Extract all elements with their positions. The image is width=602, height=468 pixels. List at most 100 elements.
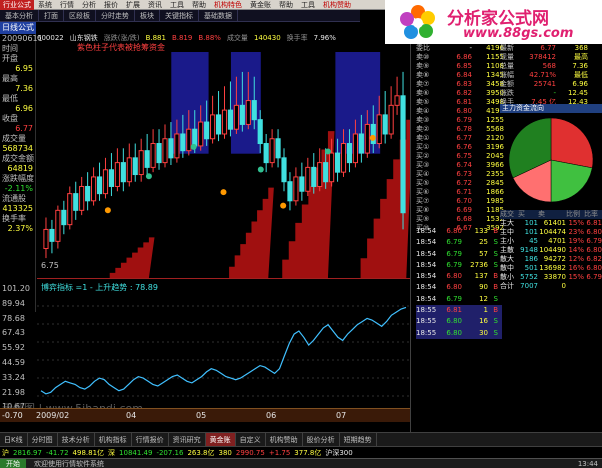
order-row[interactable]: 买⑦ 6.70 1985: [416, 197, 504, 206]
flow-count: 501: [524, 264, 538, 272]
candle-body: [55, 209, 61, 242]
order-row[interactable]: 买③ 6.74 3966: [416, 161, 504, 170]
tick-volume: 57: [479, 249, 488, 258]
order-level: 卖⑩: [416, 53, 430, 61]
menu-item-gold[interactable]: 黄金账: [246, 0, 275, 10]
info-label: 涨跌幅度: [2, 174, 34, 183]
status-sz-change: -207.16: [156, 448, 184, 457]
indicator-chart[interactable]: [37, 298, 410, 408]
menu-item-analysis[interactable]: 分析: [78, 0, 100, 10]
indicator-header-strip: 博弈指标 =1 - 上升趋势 : 78.89: [37, 278, 410, 298]
candle-body: [85, 185, 91, 202]
order-row[interactable]: 卖⑤ 6.81 3498: [416, 98, 504, 107]
candle-body: [162, 138, 168, 164]
menu-item-quotes[interactable]: 行情: [56, 0, 78, 10]
menu-item-system[interactable]: 系统: [34, 0, 56, 10]
menu-item-tools2[interactable]: 工具: [297, 0, 319, 10]
tab-institution[interactable]: 机构指标: [95, 432, 132, 447]
candle-body: [245, 100, 251, 125]
candle-body: [323, 162, 329, 183]
order-row[interactable]: 买② 6.75 2045: [416, 152, 504, 161]
tab-shortterm[interactable]: 短期趋势: [340, 432, 377, 447]
tick-flag: B: [493, 306, 498, 315]
flow-amount: 4701: [548, 237, 566, 245]
menu-item-report[interactable]: 报价: [100, 0, 122, 10]
flow-header-cell: 卖: [538, 210, 545, 218]
tab-quote[interactable]: 行情报价: [132, 432, 169, 447]
order-level: 买⑦: [416, 197, 430, 205]
summary-label: 金额: [500, 80, 514, 88]
tab-kline[interactable]: 日K线: [0, 432, 28, 447]
toolbar-indicator[interactable]: 关键指标: [160, 9, 199, 22]
toolbar-range[interactable]: 区段板: [64, 9, 96, 22]
order-row[interactable]: 委比 -4196: [416, 44, 504, 53]
stock-name: 山东钢铁: [69, 34, 98, 42]
menu-item-sponsor[interactable]: 机构赞助: [319, 0, 355, 10]
candle-body: [150, 143, 156, 168]
price-chart[interactable]: 6.75: [37, 52, 410, 278]
menu-item-news[interactable]: 资讯: [144, 0, 166, 10]
market-status-bar: 沪 2816.97 -41.72 498.81亿 深 10841.49 -207…: [0, 446, 602, 458]
tab-priceanalysis[interactable]: 股价分析: [303, 432, 340, 447]
candle-body: [96, 176, 103, 195]
order-row[interactable]: 卖⑥ 6.82 3950: [416, 89, 504, 98]
info-label: 成交金额: [2, 154, 34, 163]
candle-body: [352, 133, 359, 164]
order-row[interactable]: 卖③ 6.79 1255: [416, 116, 504, 125]
tab-timeshare[interactable]: 分时图: [28, 432, 58, 447]
order-row[interactable]: 买⑤ 6.72 2845: [416, 179, 504, 188]
order-price: 6.69: [456, 206, 472, 214]
order-row[interactable]: 买⑨ 6.68 1532: [416, 215, 504, 224]
menu-item-special[interactable]: 机构特色: [210, 0, 246, 10]
toolbar-basedata[interactable]: 基础数据: [199, 9, 238, 22]
stock-code: 600022: [37, 34, 64, 42]
candle-body: [144, 150, 150, 168]
order-row[interactable]: 卖① 6.77 2120: [416, 134, 504, 143]
summary-value: 25741: [533, 80, 556, 88]
status-sz-index: 10841.49: [119, 448, 153, 457]
order-row[interactable]: 卖② 6.78 5568: [416, 125, 504, 134]
tab-sponsor[interactable]: 机构赞助: [266, 432, 303, 447]
order-price: 6.86: [456, 53, 472, 61]
toolbar-print[interactable]: 打面: [39, 9, 64, 22]
tick-time: 18:55: [416, 317, 437, 326]
tab-custom[interactable]: 自定义: [236, 432, 266, 447]
order-row[interactable]: 卖⑨ 6.85 1108: [416, 62, 504, 71]
order-row[interactable]: 买④ 6.73 2355: [416, 170, 504, 179]
toolbar-basic[interactable]: 基本分析: [0, 9, 39, 22]
order-row[interactable]: 买① 6.76 3196: [416, 143, 504, 152]
info-value: 6.96: [15, 104, 33, 113]
candle-body: [156, 143, 162, 164]
order-row[interactable]: 卖⑩ 6.86 1155: [416, 53, 504, 62]
order-row[interactable]: 卖⑦ 6.83 3458: [416, 80, 504, 89]
candle-body: [168, 138, 174, 159]
order-price: 6.83: [456, 80, 472, 88]
menu-item-help[interactable]: 帮助: [188, 0, 210, 10]
tick-row: 18:54 6.79 2736 S: [416, 260, 502, 271]
candle-body: [340, 143, 347, 173]
start-button[interactable]: 开始: [0, 458, 26, 468]
tab-gold[interactable]: 黄金账: [205, 432, 236, 447]
summary-extra: 7.36: [572, 62, 588, 70]
tab-tech[interactable]: 技术分析: [58, 432, 95, 447]
order-row[interactable]: 卖④ 6.80 4196: [416, 107, 504, 116]
tab-research[interactable]: 资讯研究: [169, 432, 206, 447]
order-row[interactable]: 卖⑧ 6.84 1345: [416, 71, 504, 80]
tick-row: 18:54 6.80 137 B: [416, 271, 502, 282]
tick-time: 18:54: [416, 238, 437, 247]
flow-header-cell: 比例: [566, 210, 580, 218]
menu-item-extend[interactable]: 扩展: [122, 0, 144, 10]
brand-url[interactable]: www.88gs.com: [463, 26, 573, 41]
candle-body: [358, 133, 364, 154]
toolbar-timeshare[interactable]: 分时走势: [96, 9, 135, 22]
menu-item-help2[interactable]: 帮助: [275, 0, 297, 10]
summary-value: 6.77: [540, 44, 556, 52]
order-row[interactable]: 买⑥ 6.71 1866: [416, 188, 504, 197]
toolbar-sector[interactable]: 板块: [135, 9, 160, 22]
tick-volume: 90: [479, 283, 488, 292]
order-row[interactable]: 买⑧ 6.69 1185: [416, 206, 504, 215]
tick-flag: S: [493, 260, 498, 269]
status-300-index: 2990.75: [235, 448, 265, 457]
tick-price: 6.81: [446, 306, 462, 315]
menu-item-tools[interactable]: 工具: [166, 0, 188, 10]
